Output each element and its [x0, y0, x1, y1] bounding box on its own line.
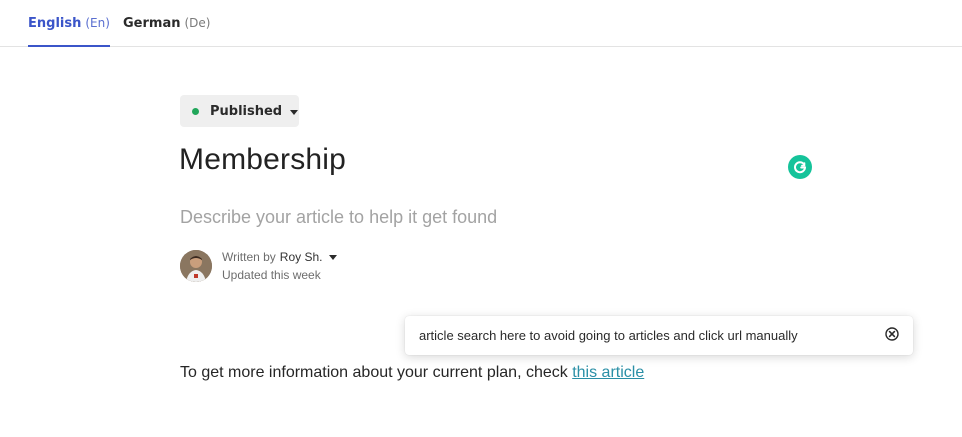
updated-text: Updated this week: [222, 268, 321, 282]
chevron-down-icon[interactable]: [329, 254, 338, 260]
language-tabs: English (En) German (De): [0, 0, 962, 47]
active-tab-indicator: [28, 45, 110, 47]
chevron-down-icon: [290, 109, 299, 115]
article-description-input[interactable]: Describe your article to help it get fou…: [180, 207, 497, 228]
article-body-paragraph: To get more information about your curre…: [180, 364, 644, 382]
article-title-input[interactable]: Membership: [179, 143, 346, 177]
note-text: article search here to avoid going to ar…: [419, 328, 798, 343]
note-popup: article search here to avoid going to ar…: [405, 316, 913, 355]
tab-german-code: (De): [184, 16, 211, 30]
status-label: Published: [210, 103, 283, 119]
close-circle-icon[interactable]: [885, 327, 899, 341]
tab-german[interactable]: German (De): [123, 0, 210, 46]
author-prefix: Written by: [222, 250, 276, 264]
avatar: [180, 250, 212, 282]
author-name[interactable]: Roy Sh.: [280, 250, 323, 264]
author-info: Written by Roy Sh.: [222, 250, 338, 264]
body-text: To get more information about your curre…: [180, 364, 573, 381]
this-article-link[interactable]: this article: [572, 364, 644, 381]
article-editor: English (En) German (De) Published Membe…: [0, 0, 962, 437]
status-dot-icon: [192, 107, 199, 115]
grammarly-icon[interactable]: [788, 155, 812, 179]
tab-german-label: German: [123, 15, 181, 31]
status-dropdown[interactable]: Published: [180, 95, 299, 127]
tab-english-code: (En): [85, 16, 110, 30]
tab-english[interactable]: English (En): [28, 0, 110, 47]
tab-english-label: English: [28, 15, 82, 31]
